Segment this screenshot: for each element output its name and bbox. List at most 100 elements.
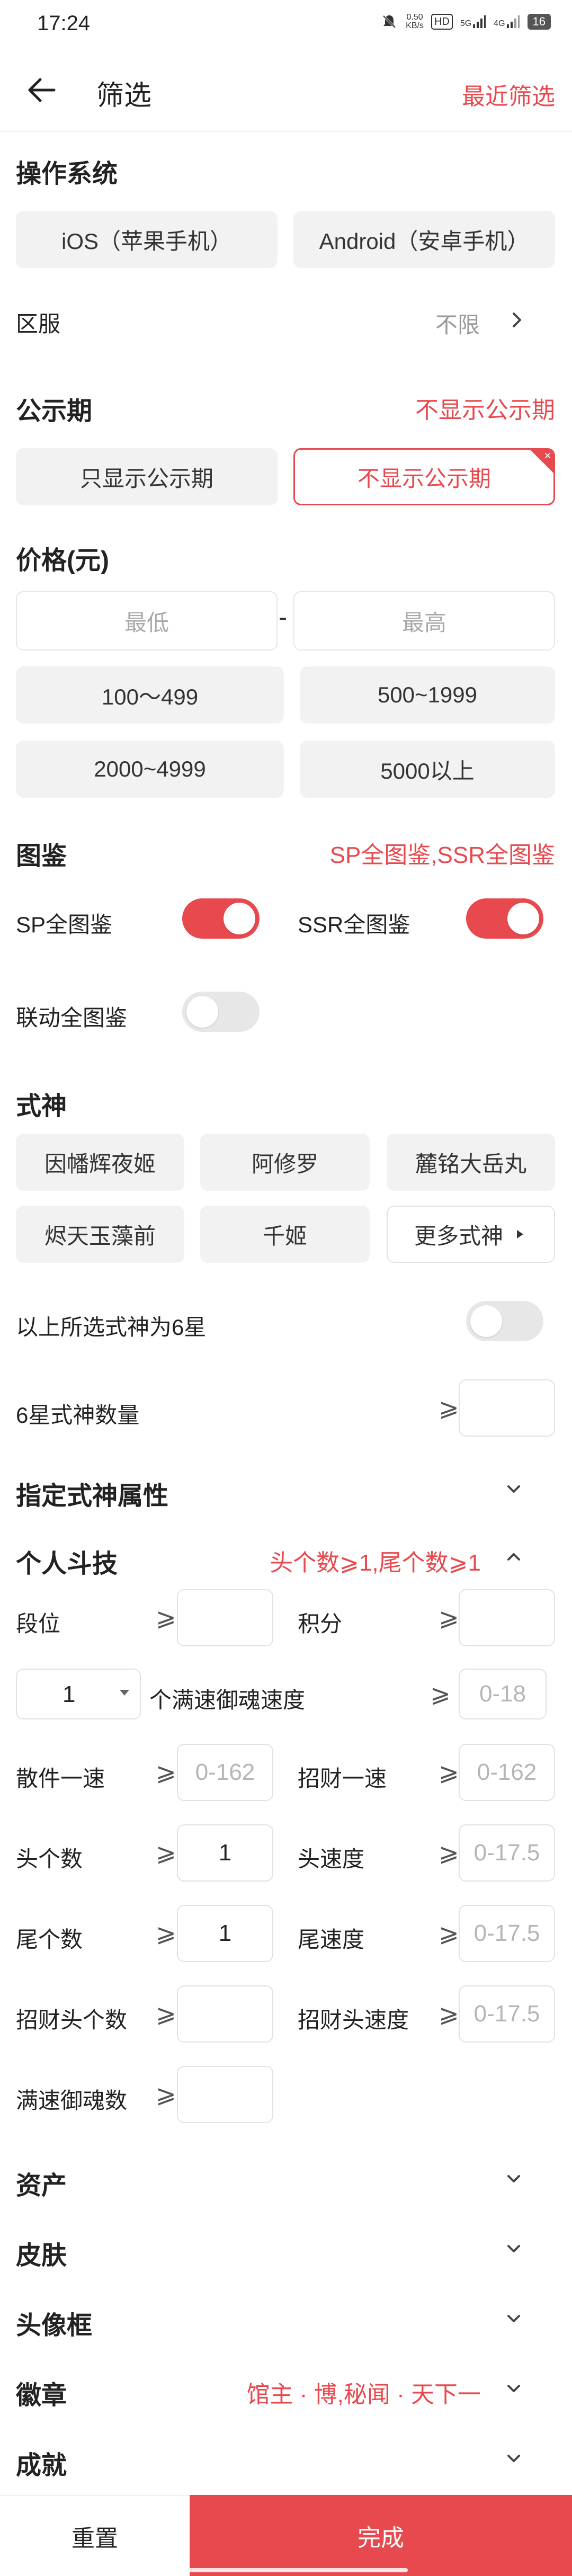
- ssr-toggle[interactable]: [466, 898, 543, 939]
- net-speed: 0.50 KB/s: [406, 13, 424, 30]
- bottom-action-bar: 重置 完成: [0, 2495, 572, 2576]
- price-range-dash: -: [279, 603, 287, 631]
- shikigami-option[interactable]: 千姬: [200, 1206, 370, 1263]
- six-star-toggle[interactable]: [466, 1301, 543, 1341]
- assets-section-title[interactable]: 资产: [16, 2164, 67, 2201]
- battle-section-title: 个人斗技: [16, 1550, 118, 1578]
- toggle-knob: [470, 1305, 502, 1337]
- tail-speed-input[interactable]: 0-17.5: [459, 1905, 555, 1962]
- toggle-knob: [186, 996, 218, 1028]
- price-section-title: 价格(元): [16, 547, 109, 575]
- skins-section-title[interactable]: 皮肤: [16, 2234, 67, 2271]
- chevron-down-icon[interactable]: [503, 2169, 524, 2190]
- tail-count-input[interactable]: 1: [177, 1905, 273, 1962]
- hd-icon: HD: [431, 14, 453, 30]
- zc-head-speed-input[interactable]: 0-17.5: [459, 1985, 555, 2043]
- head-count-input[interactable]: 1: [177, 1824, 273, 1882]
- rank-input[interactable]: [177, 1589, 273, 1646]
- price-range-500-1999[interactable]: 500~1999: [300, 666, 555, 724]
- speed-label: 个满速御魂速度: [149, 1688, 306, 1713]
- status-bar: 17:24 0.50 KB/s HD 5G 4G 16: [0, 0, 572, 48]
- top-nav: 筛选 最近筛选: [0, 53, 572, 127]
- triangle-right-icon: [517, 1230, 523, 1238]
- mute-icon: [382, 15, 396, 29]
- sanjian-input[interactable]: 0-162: [177, 1744, 273, 1801]
- os-ios-button[interactable]: iOS（苹果手机）: [16, 211, 278, 268]
- price-min-input[interactable]: 最低: [16, 591, 278, 650]
- publicity-only-button[interactable]: 只显示公示期: [16, 448, 278, 505]
- price-max-input[interactable]: 最高: [293, 591, 555, 650]
- chevron-down-icon[interactable]: [503, 2239, 524, 2260]
- rank-label: 段位: [16, 1611, 61, 1636]
- os-section-title: 操作系统: [16, 160, 118, 188]
- header-divider: [0, 131, 572, 132]
- badge-summary: 馆主 · 博,秘闻 · 天下一: [246, 2382, 481, 2408]
- speed-count-select[interactable]: 1: [16, 1669, 141, 1719]
- tail-count-label: 尾个数: [16, 1927, 83, 1952]
- score-input[interactable]: [459, 1589, 555, 1646]
- ge-symbol: ⩾: [430, 1680, 451, 1707]
- chevron-down-icon[interactable]: [503, 2308, 524, 2330]
- ssr-label: SSR全图鉴: [298, 912, 410, 937]
- speed-count-value: 1: [62, 1681, 76, 1707]
- battle-summary: 头个数⩾1,尾个数⩾1: [270, 1550, 481, 1576]
- server-label: 区服: [16, 311, 61, 336]
- chevron-down-icon[interactable]: [503, 1479, 524, 1500]
- sp-label: SP全图鉴: [16, 912, 113, 937]
- back-arrow-icon[interactable]: [25, 74, 57, 106]
- six-star-count-input[interactable]: [459, 1379, 555, 1437]
- chevron-down-icon[interactable]: [503, 2378, 524, 2400]
- full-speed-count-input[interactable]: [177, 2066, 273, 2123]
- avatar-frame-section-title[interactable]: 头像框: [16, 2304, 92, 2341]
- illustration-section-title: 图鉴: [16, 842, 67, 870]
- achievement-section-title[interactable]: 成就: [16, 2444, 67, 2481]
- ge-symbol: ⩾: [156, 1839, 176, 1866]
- ge-symbol: ⩾: [156, 1603, 176, 1631]
- ge-symbol: ⩾: [156, 2080, 176, 2108]
- price-range-2000-4999[interactable]: 2000~4999: [16, 741, 284, 798]
- home-indicator: [164, 2568, 408, 2572]
- speed-input[interactable]: 0-18: [459, 1669, 547, 1719]
- shikigami-option[interactable]: 麓铭大岳丸: [387, 1134, 555, 1191]
- zhaocai-input[interactable]: 0-162: [459, 1744, 555, 1801]
- shikigami-option[interactable]: 因幡辉夜姬: [16, 1134, 184, 1191]
- shikigami-option[interactable]: 阿修罗: [200, 1134, 370, 1191]
- sp-toggle[interactable]: [182, 898, 260, 939]
- publicity-hide-label: 不显示公示期: [357, 466, 491, 491]
- collab-toggle[interactable]: [182, 992, 260, 1032]
- status-icons: 0.50 KB/s HD 5G 4G 16: [380, 13, 551, 31]
- ge-symbol: ⩾: [439, 1839, 459, 1866]
- more-shikigami-button[interactable]: 更多式神: [387, 1206, 555, 1263]
- shikigami-option[interactable]: 烬天玉藻前: [16, 1206, 184, 1263]
- close-icon: ×: [543, 449, 551, 463]
- ge-symbol: ⩾: [156, 2000, 176, 2027]
- six-star-label: 以上所选式神为6星: [16, 1315, 207, 1340]
- tail-speed-label: 尾速度: [298, 1927, 365, 1952]
- os-android-button[interactable]: Android（安卓手机）: [293, 211, 555, 268]
- ge-symbol: ⩾: [439, 1603, 459, 1631]
- ge-symbol: ⩾: [439, 2000, 459, 2027]
- head-count-label: 头个数: [16, 1847, 83, 1871]
- chevron-up-icon[interactable]: [503, 1546, 524, 1567]
- done-button[interactable]: 完成: [190, 2495, 572, 2576]
- six-star-count-label: 6星式神数量: [16, 1403, 140, 1428]
- recent-filter-link[interactable]: 最近筛选: [462, 77, 555, 111]
- price-range-5000-plus[interactable]: 5000以上: [300, 741, 555, 798]
- shikigami-section-title: 式神: [16, 1092, 67, 1120]
- publicity-hide-button[interactable]: 不显示公示期 ×: [293, 448, 555, 505]
- server-value: 不限: [435, 313, 480, 337]
- badge-section-title[interactable]: 徽章: [16, 2374, 67, 2411]
- head-speed-input[interactable]: 0-17.5: [459, 1824, 555, 1882]
- zc-head-count-input[interactable]: [177, 1985, 273, 2043]
- reset-button[interactable]: 重置: [0, 2495, 190, 2576]
- chevron-down-icon[interactable]: [503, 2448, 524, 2470]
- ge-symbol: ⩾: [439, 1394, 459, 1421]
- publicity-section-title: 公示期: [16, 397, 93, 425]
- ge-symbol: ⩾: [439, 1919, 459, 1947]
- illustration-summary: SP全图鉴,SSR全图鉴: [329, 842, 555, 868]
- zc-head-speed-label: 招财头速度: [298, 2008, 409, 2033]
- attributes-section-title[interactable]: 指定式神属性: [16, 1475, 168, 1512]
- score-label: 积分: [298, 1611, 343, 1636]
- ge-symbol: ⩾: [156, 1758, 176, 1786]
- price-range-100-499[interactable]: 100～499: [16, 666, 284, 724]
